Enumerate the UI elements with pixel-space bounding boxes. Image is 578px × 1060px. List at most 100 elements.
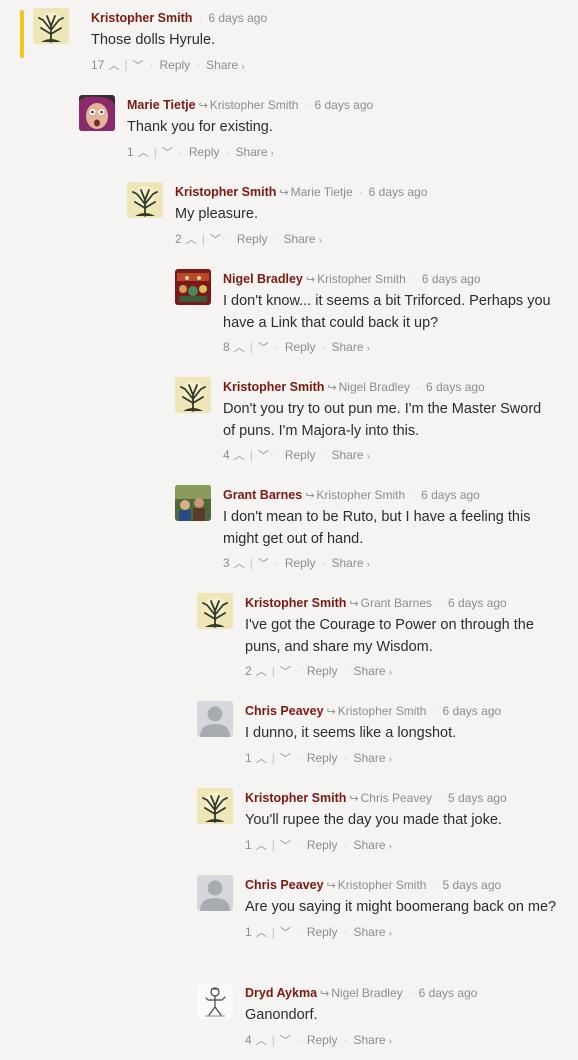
upvote-icon[interactable]: ︿: [108, 60, 119, 72]
album-avatar-icon[interactable]: [175, 269, 211, 305]
upvote-icon[interactable]: ︿: [138, 147, 149, 159]
comment-header: Dryd Aykma ↪ Nigel Bradley · 6 days ago: [245, 983, 560, 1003]
parent-author-link[interactable]: Marie Tietje: [291, 185, 353, 199]
reply-arrow-icon: ↪: [349, 598, 359, 610]
author-link[interactable]: Dryd Aykma: [245, 986, 317, 1000]
author-link[interactable]: Kristopher Smith: [91, 11, 192, 25]
parent-author-link[interactable]: Kristopher Smith: [338, 878, 427, 892]
tree-avatar-icon[interactable]: [175, 377, 211, 413]
share-link[interactable]: Share ›: [354, 838, 392, 852]
reply-link[interactable]: Reply: [189, 145, 220, 159]
parent-author-link[interactable]: Kristopher Smith: [316, 488, 405, 502]
parent-author-link[interactable]: Nigel Bradley: [339, 380, 410, 394]
upvote-icon[interactable]: ︿: [256, 840, 267, 852]
downvote-icon[interactable]: ﹀: [280, 840, 291, 852]
timestamp[interactable]: 6 days ago: [448, 596, 507, 610]
downvote-icon[interactable]: ﹀: [280, 927, 291, 939]
downvote-icon[interactable]: ﹀: [162, 147, 173, 159]
downvote-icon[interactable]: ﹀: [210, 234, 221, 246]
timestamp[interactable]: 6 days ago: [426, 380, 485, 394]
parent-author-link[interactable]: Grant Barnes: [361, 596, 432, 610]
reply-link[interactable]: Reply: [307, 751, 338, 765]
share-link[interactable]: Share ›: [354, 751, 392, 765]
author-link[interactable]: Kristopher Smith: [245, 791, 346, 805]
timestamp[interactable]: 6 days ago: [422, 272, 481, 286]
timestamp[interactable]: 5 days ago: [448, 791, 507, 805]
upvote-icon[interactable]: ︿: [234, 450, 245, 462]
share-link[interactable]: Share ›: [206, 58, 244, 72]
upvote-icon[interactable]: ︿: [256, 1035, 267, 1047]
face-avatar-icon[interactable]: [79, 95, 115, 131]
share-link[interactable]: Share ›: [332, 340, 370, 354]
share-link[interactable]: Share ›: [332, 448, 370, 462]
parent-author-link[interactable]: Kristopher Smith: [338, 704, 427, 718]
upvote-icon[interactable]: ︿: [256, 927, 267, 939]
timestamp[interactable]: 6 days ago: [369, 185, 428, 199]
default-user-avatar-icon[interactable]: [197, 875, 233, 911]
downvote-icon[interactable]: ﹀: [280, 666, 291, 678]
share-link[interactable]: Share ›: [354, 1033, 392, 1047]
sketch-avatar-icon[interactable]: [197, 983, 233, 1019]
upvote-icon[interactable]: ︿: [234, 342, 245, 354]
author-link[interactable]: Kristopher Smith: [223, 380, 324, 394]
timestamp[interactable]: 6 days ago: [421, 488, 480, 502]
upvote-icon[interactable]: ︿: [256, 753, 267, 765]
timestamp[interactable]: 6 days ago: [442, 704, 501, 718]
comment-text: My pleasure.: [175, 206, 259, 222]
reply-link[interactable]: Reply: [237, 232, 268, 246]
reply-link[interactable]: Reply: [307, 1033, 338, 1047]
share-link[interactable]: Share ›: [236, 145, 274, 159]
share-link[interactable]: Share ›: [284, 232, 322, 246]
downvote-icon[interactable]: ﹀: [132, 60, 143, 72]
parent-author-link[interactable]: Kristopher Smith: [317, 272, 406, 286]
reply-link[interactable]: Reply: [307, 664, 338, 678]
tree-avatar-icon[interactable]: [33, 8, 69, 44]
parent-author-link[interactable]: Kristopher Smith: [210, 98, 299, 112]
separator-dot: ·: [416, 380, 420, 394]
timestamp[interactable]: 6 days ago: [314, 98, 373, 112]
share-link[interactable]: Share ›: [354, 664, 392, 678]
parent-author-link[interactable]: Chris Peavey: [361, 791, 432, 805]
separator-dot: ·: [438, 596, 442, 610]
author-link[interactable]: Chris Peavey: [245, 704, 324, 718]
timestamp[interactable]: 6 days ago: [208, 11, 267, 25]
chevron-right-icon: ›: [318, 234, 322, 245]
author-link[interactable]: Kristopher Smith: [245, 596, 346, 610]
share-label: Share: [206, 57, 239, 72]
reply-link[interactable]: Reply: [285, 448, 316, 462]
author-link[interactable]: Grant Barnes: [223, 488, 302, 502]
default-user-avatar-icon[interactable]: [197, 701, 233, 737]
upvote-icon[interactable]: ︿: [186, 234, 197, 246]
tree-avatar-icon[interactable]: [127, 182, 163, 218]
downvote-icon[interactable]: ﹀: [258, 558, 269, 570]
downvote-icon[interactable]: ﹀: [280, 1035, 291, 1047]
share-link[interactable]: Share ›: [354, 925, 392, 939]
chevron-right-icon: ›: [366, 343, 370, 353]
photo-avatar-icon[interactable]: [175, 485, 211, 521]
reply-link[interactable]: Reply: [307, 925, 338, 939]
comment-text: I don't mean to be Ruto, but I have a fe…: [223, 509, 531, 547]
author-link[interactable]: Chris Peavey: [245, 878, 324, 892]
reply-link[interactable]: Reply: [285, 556, 316, 570]
downvote-icon[interactable]: ﹀: [258, 450, 269, 462]
comment-header: Kristopher Smith ↪ Chris Peavey · 5 days ago: [245, 788, 560, 808]
timestamp[interactable]: 5 days ago: [442, 878, 501, 892]
author-link[interactable]: Nigel Bradley: [223, 272, 303, 286]
comment-header: Kristopher Smith · 6 days ago: [91, 8, 571, 28]
author-link[interactable]: Marie Tietje: [127, 98, 196, 112]
downvote-icon[interactable]: ﹀: [258, 342, 269, 354]
share-link[interactable]: Share ›: [332, 556, 370, 570]
vote-divider: |: [249, 556, 253, 570]
tree-avatar-icon[interactable]: [197, 788, 233, 824]
upvote-icon[interactable]: ︿: [234, 558, 245, 570]
reply-link[interactable]: Reply: [307, 838, 338, 852]
reply-arrow-icon: ↪: [305, 274, 316, 286]
author-link[interactable]: Kristopher Smith: [175, 185, 276, 199]
upvote-icon[interactable]: ︿: [256, 666, 267, 678]
reply-link[interactable]: Reply: [159, 58, 190, 72]
downvote-icon[interactable]: ﹀: [280, 753, 291, 765]
reply-link[interactable]: Reply: [285, 340, 316, 354]
tree-avatar-icon[interactable]: [197, 593, 233, 629]
timestamp[interactable]: 6 days ago: [419, 986, 478, 1000]
parent-author-link[interactable]: Nigel Bradley: [331, 986, 402, 1000]
